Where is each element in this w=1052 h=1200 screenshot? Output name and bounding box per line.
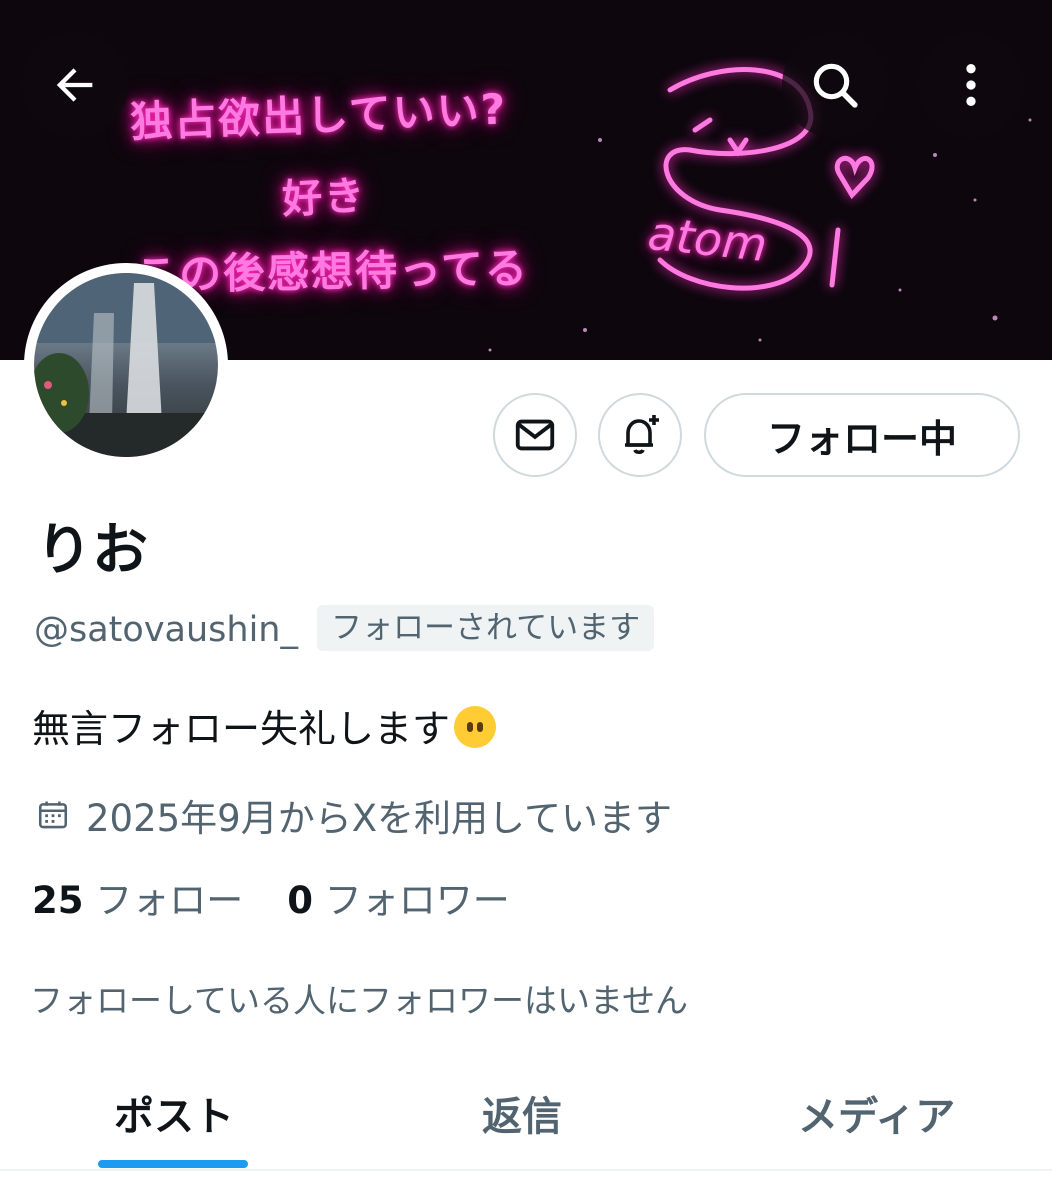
profile-name: りお: [36, 518, 148, 583]
follows-you-badge: フォローされています: [317, 605, 655, 651]
following-label: フォロー: [95, 879, 244, 922]
bell-plus-icon: [625, 415, 659, 455]
more-vertical-icon: [966, 64, 976, 106]
join-date-text: 2025年9月からXを利用しています: [86, 797, 672, 840]
followers-count: 0: [287, 879, 314, 922]
follow-stats: 25 フォロー 0 フォロワー: [32, 870, 510, 924]
tabs-divider: [0, 1169, 1052, 1171]
tab-media[interactable]: メディア: [798, 1084, 955, 1142]
following-button[interactable]: フォロー中: [704, 393, 1020, 477]
profile-bio: 無言フォロー失礼します: [32, 698, 497, 753]
search-icon: [813, 63, 858, 108]
join-date: 2025年9月からXを利用しています: [36, 788, 672, 842]
following-count: 25: [32, 879, 84, 922]
search-button[interactable]: [782, 32, 888, 138]
avatar-image: [34, 273, 218, 457]
dotted-face-emoji: [454, 706, 497, 748]
bio-text: 無言フォロー失礼します: [32, 707, 451, 751]
avatar[interactable]: [24, 263, 228, 467]
back-button[interactable]: [22, 32, 128, 138]
followers-label: フォロワー: [324, 879, 510, 922]
tab-posts[interactable]: ポスト: [114, 1084, 234, 1142]
back-arrow-icon: [56, 68, 93, 102]
more-options-button[interactable]: [918, 32, 1024, 138]
banner-text-line-2: 好き: [281, 172, 368, 224]
notifications-button[interactable]: [598, 393, 682, 477]
mail-icon: [515, 419, 555, 451]
message-button[interactable]: [493, 393, 577, 477]
following-link[interactable]: 25 フォロー: [32, 879, 243, 922]
tab-replies[interactable]: 返信: [482, 1084, 562, 1142]
profile-handle: @satovaushin_: [34, 610, 298, 650]
followers-link[interactable]: 0 フォロワー: [287, 879, 510, 922]
active-tab-indicator: [98, 1160, 248, 1168]
mutual-followers-note[interactable]: フォローしている人にフォロワーはいません: [30, 974, 688, 1022]
calendar-icon: [38, 801, 68, 829]
